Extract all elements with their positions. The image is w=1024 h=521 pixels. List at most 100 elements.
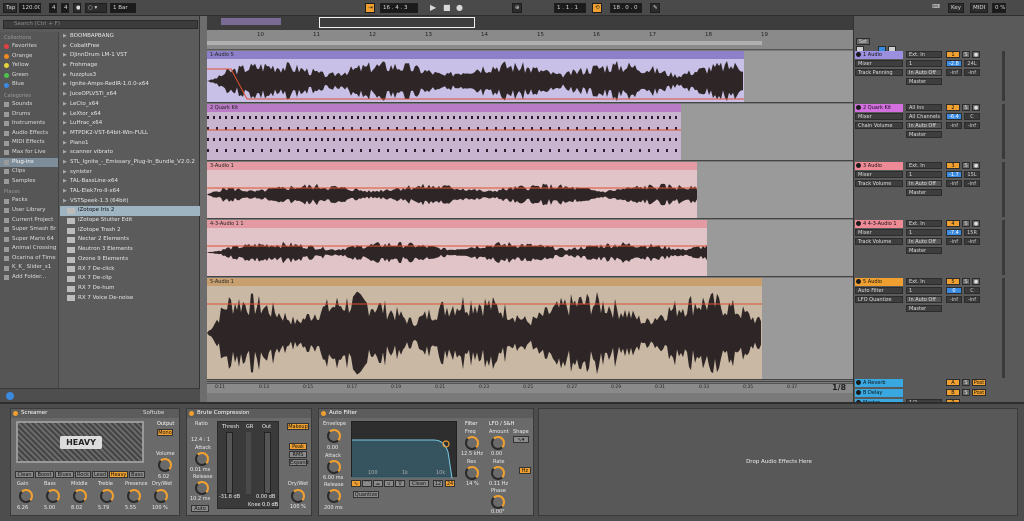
file-item[interactable]: ▶ MTPDK2-VST-64bit-Win-FULL xyxy=(60,129,200,139)
post-button[interactable]: Post xyxy=(972,389,986,396)
collection-item[interactable]: Green xyxy=(0,71,58,81)
filter-type-icon[interactable]: ∿ xyxy=(351,480,361,487)
slope-12-button[interactable]: 12 xyxy=(433,480,443,487)
volume-field[interactable]: -7.4 xyxy=(946,229,962,236)
expand-arrow-icon[interactable]: ▶ xyxy=(63,139,68,149)
input-channel-chooser[interactable]: 1 xyxy=(906,229,942,236)
audio-clip[interactable]: 3-Audio 1 xyxy=(207,162,697,218)
volume-field[interactable]: -2.8 xyxy=(946,60,962,67)
solo-button[interactable]: S xyxy=(962,51,970,58)
output-chooser[interactable]: Master xyxy=(906,189,942,196)
signature-denominator[interactable]: 4 xyxy=(61,3,69,13)
category-item[interactable]: Instruments xyxy=(0,119,58,129)
volume-knob[interactable] xyxy=(158,458,172,472)
pan-field[interactable]: 24L xyxy=(964,60,980,67)
expand-arrow-icon[interactable]: ▶ xyxy=(63,158,68,168)
arm-button[interactable]: ● xyxy=(972,51,980,58)
file-item[interactable]: iZotope Iris 2 xyxy=(60,206,200,217)
hz-button[interactable]: Hz xyxy=(519,467,531,474)
input-type-chooser[interactable]: Ext. In xyxy=(906,51,942,58)
autofilter-title[interactable]: Auto Filter xyxy=(319,409,533,418)
phase-knob[interactable] xyxy=(491,495,505,509)
effects-drop-zone[interactable]: Drop Audio Effects Here xyxy=(538,408,1018,516)
return-activator[interactable]: A xyxy=(946,379,960,386)
track-activator[interactable]: 3 xyxy=(946,162,960,169)
screamer-title[interactable]: Screamer Softube xyxy=(11,409,179,418)
filter-graph[interactable]: 100 1k 10k xyxy=(351,421,457,479)
file-item[interactable]: RX 7 De-click xyxy=(60,265,200,275)
knob-drywet[interactable] xyxy=(154,489,168,503)
solo-button[interactable]: S xyxy=(962,379,970,386)
filter-type-icon[interactable]: ⌓ xyxy=(373,480,383,487)
monitor-buttons[interactable]: In Auto Off xyxy=(906,180,942,187)
category-item[interactable]: MIDI Effects xyxy=(0,138,58,148)
file-item[interactable]: ▶ Ignite-Amps-RedIR-1.0.0-x64 xyxy=(60,80,200,90)
mode-button[interactable]: Blues xyxy=(55,471,74,478)
time-ruler[interactable]: 0:11 0:13 0:15 0:17 0:19 0:21 0:23 0:25 0:27 0:29… xyxy=(207,383,853,393)
set-button[interactable]: Set xyxy=(856,38,870,45)
category-item[interactable]: Plug-ins xyxy=(0,157,58,168)
mode-button[interactable]: Clean xyxy=(15,471,34,478)
thresh-meter[interactable] xyxy=(226,432,233,494)
loop-switch-icon[interactable]: ⟲ xyxy=(592,3,602,13)
expand-arrow-icon[interactable]: ▶ xyxy=(63,71,68,81)
file-item[interactable]: ▶ Frohmage xyxy=(60,61,200,71)
shape-chooser[interactable]: ∿▾ xyxy=(513,436,529,443)
arm-button[interactable]: ● xyxy=(972,278,980,285)
file-item[interactable]: ▶ LeCto_x64 xyxy=(60,100,200,110)
follow-icon[interactable]: ⇥ xyxy=(365,3,375,13)
draw-mode-icon[interactable]: ✎ xyxy=(650,3,660,13)
collection-item[interactable]: Yellow xyxy=(0,61,58,71)
file-item[interactable]: iZotope Stutter Edit xyxy=(60,216,200,226)
file-item[interactable]: ▶ LeXtor_x64 xyxy=(60,110,200,120)
file-item[interactable]: ▶ TAL-Elek7ro-II-x64 xyxy=(60,187,200,197)
return-title[interactable]: A Reverb xyxy=(855,379,903,387)
res-knob[interactable] xyxy=(465,466,479,480)
file-item[interactable]: ▶ TAL-BassLine-x64 xyxy=(60,177,200,187)
file-item[interactable]: ▶ DJinnDrum LM-1 VST xyxy=(60,51,200,61)
attack-knob[interactable] xyxy=(195,452,209,466)
track-activator[interactable]: 1 xyxy=(946,51,960,58)
parameter-chooser[interactable]: Track Volume xyxy=(855,180,903,187)
track-title[interactable]: 4 4-3-Audio 1 xyxy=(855,220,903,228)
monitor-buttons[interactable]: In Auto Off xyxy=(906,122,942,129)
play-icon[interactable]: ▶ xyxy=(428,3,438,13)
volume-field[interactable]: 0 xyxy=(946,287,962,294)
expand-button[interactable]: Expand xyxy=(289,459,309,466)
quantize-chooser[interactable]: 1 Bar xyxy=(110,3,136,13)
af-attack-knob[interactable] xyxy=(327,460,341,474)
track-title[interactable]: 5 Audio xyxy=(855,278,903,286)
file-item[interactable]: RX 7 Voice De-noise xyxy=(60,294,200,304)
place-item[interactable]: Super Mario 64 xyxy=(0,235,58,245)
file-item[interactable]: ▶ scanner vibrato xyxy=(60,148,200,158)
beat-time-ruler[interactable]: 10 11 12 13 14 15 16 17 18 19 xyxy=(207,30,853,50)
category-item[interactable]: Sounds xyxy=(0,100,58,110)
freq-knob[interactable] xyxy=(465,436,479,450)
expand-arrow-icon[interactable]: ▶ xyxy=(63,80,68,90)
filter-type-icon[interactable]: ∪ xyxy=(384,480,394,487)
mode-button[interactable]: Lead xyxy=(92,471,108,478)
expand-arrow-icon[interactable]: ▶ xyxy=(63,110,68,120)
browser-search-input[interactable]: Search (Ctrl + F) xyxy=(3,20,198,29)
output-mode-button[interactable]: Mono xyxy=(157,429,173,436)
circuit-chooser[interactable]: Clean xyxy=(409,480,429,487)
preview-icon[interactable] xyxy=(6,392,14,400)
knob-treble[interactable] xyxy=(100,489,114,503)
file-item[interactable]: ▶ VSTSpeek-1.3 (64bit) xyxy=(60,197,200,207)
file-item[interactable]: Neutron 3 Elements xyxy=(60,245,200,255)
arrangement-overview[interactable] xyxy=(207,16,853,30)
rate-knob[interactable] xyxy=(491,466,505,480)
parameter-chooser[interactable]: Track Panning xyxy=(855,69,903,76)
tap-button[interactable]: Tap xyxy=(3,3,17,13)
computer-keyboard-icon[interactable]: ⌨ xyxy=(930,3,942,13)
pan-field[interactable]: C xyxy=(964,287,980,294)
compressor-drywet-knob[interactable] xyxy=(291,489,305,503)
mode-button[interactable]: Heavy xyxy=(109,471,128,478)
filter-type-icon[interactable]: ∇ xyxy=(395,480,405,487)
volume-field[interactable]: -6.4 xyxy=(946,113,962,120)
overdub-icon[interactable]: ⊕ xyxy=(512,3,522,13)
file-item[interactable]: RX 7 De-hum xyxy=(60,284,200,294)
input-type-chooser[interactable]: Ext. In xyxy=(906,162,942,169)
device-chooser[interactable]: Mixer xyxy=(855,229,903,236)
track-title[interactable]: 2 Quark Kit xyxy=(855,104,903,112)
